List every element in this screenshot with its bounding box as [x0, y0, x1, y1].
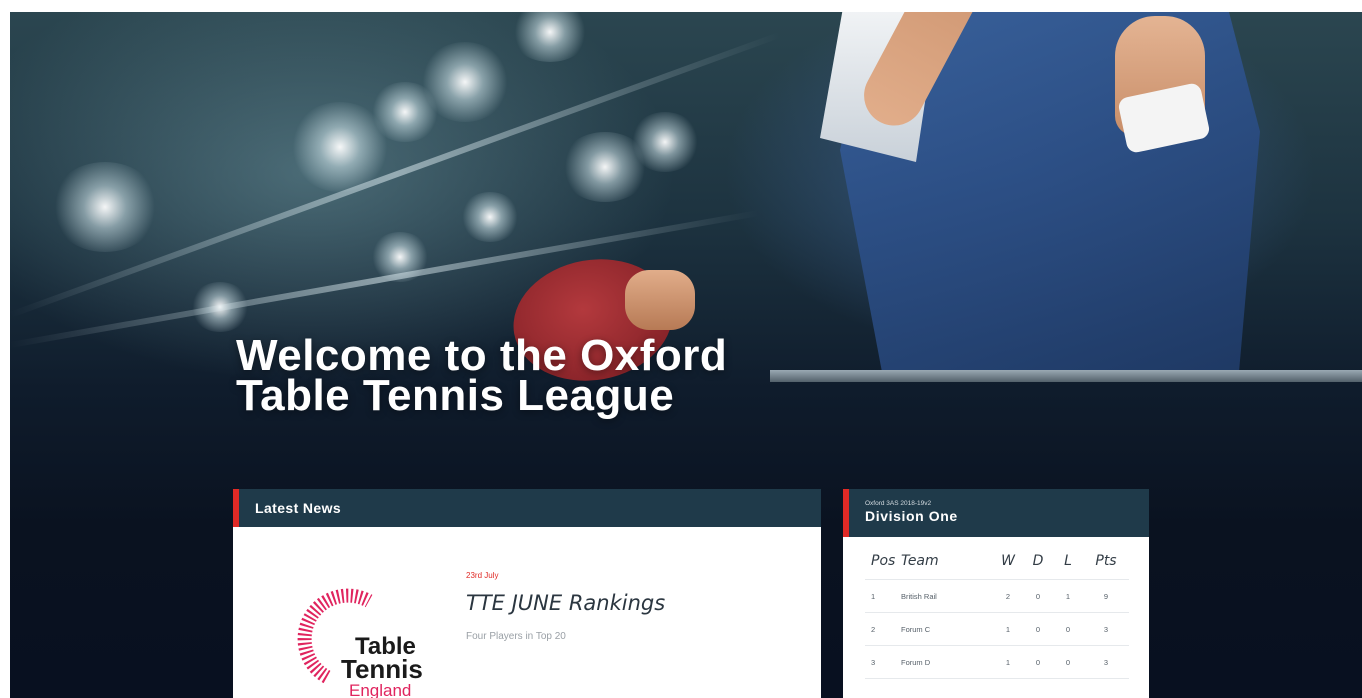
stadium-light [460, 192, 520, 242]
stadium-light [510, 12, 590, 62]
hero-title-line2: Table Tennis League [236, 371, 675, 420]
col-team: Team [901, 553, 993, 580]
stadium-light [50, 162, 160, 252]
league-table-panel: Oxford 3AS 2018-19v2 Division One Pos Te… [843, 489, 1149, 698]
latest-news-header: Latest News [233, 489, 821, 527]
cell-pos: 2 [865, 612, 901, 646]
cell-l: 1 [1053, 579, 1083, 613]
logo-word-tennis: Tennis [341, 654, 423, 684]
cell-pts: 3 [1083, 645, 1129, 679]
hero-title: Welcome to the Oxford Table Tennis Leagu… [236, 331, 876, 420]
news-headline-link[interactable]: TTE JUNE Rankings [466, 591, 665, 615]
league-season: Oxford 3AS 2018-19v2 [865, 500, 932, 507]
league-table-header: Oxford 3AS 2018-19v2 Division One [843, 489, 1149, 537]
cell-team[interactable]: Forum C [901, 612, 993, 646]
league-standings-table: Pos Team W D L Pts 1 British Rail 2 0 1 … [865, 553, 1129, 679]
cell-d: 0 [1023, 645, 1053, 679]
hero-title-line1: Welcome to the Oxford [236, 331, 728, 380]
latest-news-panel: Latest News Table Tennis England 23rd Ju… [233, 489, 821, 698]
cell-pos: 1 [865, 579, 901, 613]
cell-w: 1 [993, 645, 1023, 679]
table-row[interactable]: 2 Forum C 1 0 0 3 [865, 612, 1129, 646]
cell-l: 0 [1053, 645, 1083, 679]
table-tennis-england-logo[interactable]: Table Tennis England [283, 581, 433, 698]
cell-w: 2 [993, 579, 1023, 613]
news-date: 23rd July [466, 571, 499, 580]
col-l: L [1053, 553, 1083, 580]
cell-d: 0 [1023, 612, 1053, 646]
cell-team[interactable]: Forum D [901, 645, 993, 679]
stadium-light [370, 82, 440, 142]
table-row[interactable]: 1 British Rail 2 0 1 9 [865, 579, 1129, 613]
cell-w: 1 [993, 612, 1023, 646]
col-pos: Pos [865, 553, 901, 580]
logo-word-england: England [349, 681, 411, 698]
cell-d: 0 [1023, 579, 1053, 613]
cell-pts: 9 [1083, 579, 1129, 613]
latest-news-title: Latest News [255, 500, 342, 516]
stadium-light [630, 112, 700, 172]
col-w: W [993, 553, 1023, 580]
col-pts: Pts [1083, 553, 1129, 580]
league-division-title: Division One [865, 508, 958, 524]
player-hand [625, 270, 695, 330]
cell-l: 0 [1053, 612, 1083, 646]
col-d: D [1023, 553, 1053, 580]
cell-pos: 3 [865, 645, 901, 679]
cell-pts: 3 [1083, 612, 1129, 646]
table-row[interactable]: 3 Forum D 1 0 0 3 [865, 645, 1129, 679]
news-summary: Four Players in Top 20 [466, 631, 566, 642]
table-header-row: Pos Team W D L Pts [865, 553, 1129, 580]
cell-team[interactable]: British Rail [901, 579, 993, 613]
